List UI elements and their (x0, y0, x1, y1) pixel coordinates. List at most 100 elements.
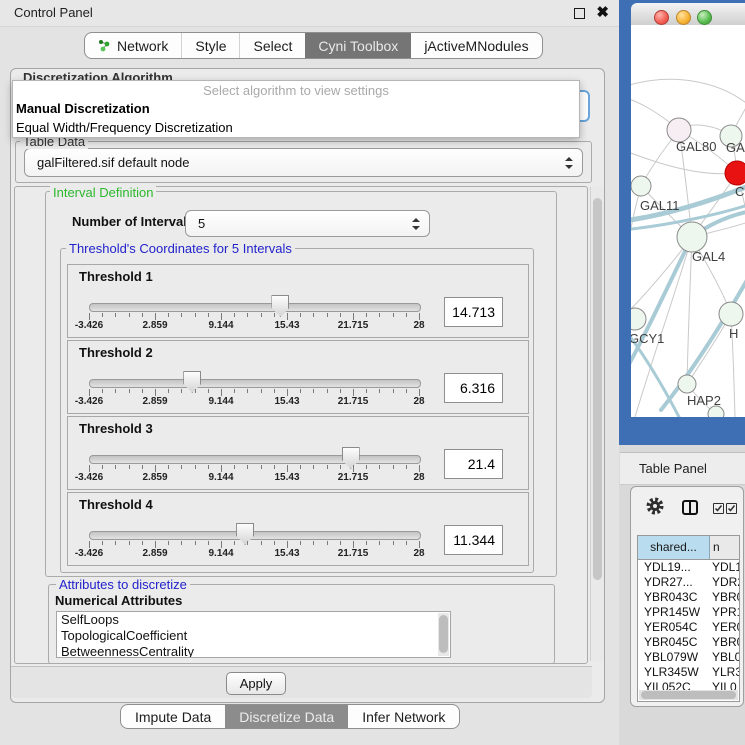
tab-label: Select (253, 38, 292, 54)
cell-name[interactable]: YDR2 (709, 575, 739, 590)
network-node-gal11[interactable] (631, 176, 651, 196)
close-traffic-light-icon[interactable] (654, 10, 669, 25)
threshold-label: Threshold 1 (79, 269, 153, 284)
minimize-traffic-light-icon[interactable] (676, 10, 691, 25)
number-of-intervals-combobox[interactable]: 5 (185, 210, 430, 237)
cell-shared-name[interactable]: YBR045C (638, 635, 709, 650)
network-node-h[interactable] (719, 302, 743, 326)
list-scrollbar[interactable] (438, 613, 449, 656)
close-icon[interactable]: ✖ (596, 5, 609, 21)
cell-name[interactable]: YBL0 (709, 650, 739, 665)
cell-name[interactable]: YBR0 (709, 635, 739, 650)
tab-style[interactable]: Style (181, 33, 239, 58)
slider-track[interactable] (89, 531, 421, 540)
cell-shared-name[interactable]: YBR043C (638, 590, 709, 605)
table-row[interactable]: YDR27...YDR2 (638, 575, 739, 590)
float-window-icon[interactable] (574, 8, 585, 19)
checked-checkbox-icon[interactable] (726, 503, 737, 514)
cell-shared-name[interactable]: YDL19... (638, 560, 709, 575)
cell-shared-name[interactable]: YLR345W (638, 665, 709, 680)
cell-shared-name[interactable]: YBL079W (638, 650, 709, 665)
table-row[interactable]: YER054CYER0 (638, 620, 739, 635)
cell-name[interactable]: YDL1 (709, 560, 739, 575)
slider-scale-labels: -3.4262.8599.14415.4321.71528 (89, 396, 419, 408)
network-node-hap2[interactable] (678, 375, 696, 393)
numerical-attributes-list[interactable]: SelfLoopsTopologicalCoefficientBetweenne… (56, 611, 451, 658)
table-row[interactable]: YLR345WYLR3 (638, 665, 739, 680)
apply-button[interactable]: Apply (226, 672, 286, 695)
table-row[interactable]: YBL079WYBL0 (638, 650, 739, 665)
dropdown-option-equal-width-frequency-discretization[interactable]: Equal Width/Frequency Discretization (13, 118, 579, 137)
column-header-shared-name[interactable]: shared... (638, 536, 710, 559)
tab-cyni-toolbox[interactable]: Cyni Toolbox (305, 33, 411, 58)
gear-icon[interactable] (645, 496, 665, 516)
tab-network[interactable]: Network (85, 33, 181, 58)
spinner-icon[interactable] (411, 218, 419, 230)
threshold-value-field[interactable]: 21.4 (444, 449, 503, 479)
network-node-gal4[interactable] (677, 222, 707, 252)
node-label: GAL4 (692, 249, 725, 264)
network-canvas[interactable]: GAL80GACGAL11GAL4GCY1HHAP2 (631, 25, 745, 417)
attribute-item-betweennesscentrality[interactable]: BetweennessCentrality (57, 644, 450, 658)
slider-track[interactable] (89, 303, 421, 312)
slider-track[interactable] (89, 455, 421, 464)
cell-shared-name[interactable]: YER054C (638, 620, 709, 635)
threshold-value-field[interactable]: 11.344 (444, 525, 503, 555)
interval-definition-title: Interval Definition (50, 185, 156, 200)
cell-name[interactable]: YBR0 (709, 590, 739, 605)
algorithm-dropdown-popup: Select algorithm to view settings Manual… (12, 80, 580, 138)
network-window-titlebar[interactable] (631, 3, 745, 26)
columns-icon[interactable] (682, 500, 698, 515)
network-node-c[interactable] (725, 161, 745, 185)
table-panel: shared... n YDL19...YDL1YDR27...YDR2YBR0… (630, 486, 744, 707)
numerical-attributes-label: Numerical Attributes (55, 593, 182, 608)
cell-name[interactable]: YLR3 (709, 665, 739, 680)
table-rows: YDL19...YDL1YDR27...YDR2YBR043CYBR0YPR14… (638, 560, 739, 695)
column-header-name[interactable]: n (710, 536, 739, 559)
dropdown-option-manual-discretization[interactable]: Manual Discretization (13, 99, 579, 118)
table-row[interactable]: YPR145WYPR1 (638, 605, 739, 620)
attribute-item-selfloops[interactable]: SelfLoops (57, 612, 450, 628)
node-label: C (735, 184, 744, 199)
tab-jactivemnodules[interactable]: jActiveMNodules (411, 33, 541, 58)
network-node-gcy1[interactable] (631, 308, 646, 330)
cell-shared-name[interactable]: YDR27... (638, 575, 709, 590)
threshold-panel-1: Threshold 1-3.4262.8599.14415.4321.71528… (67, 264, 529, 338)
attribute-items: SelfLoopsTopologicalCoefficientBetweenne… (57, 612, 450, 658)
node-label: GCY1 (631, 331, 664, 346)
tab-select[interactable]: Select (239, 33, 305, 58)
zoom-traffic-light-icon[interactable] (697, 10, 712, 25)
attributes-box: Numerical Attributes SelfLoopsTopologica… (48, 584, 555, 664)
table-toolbar (631, 487, 743, 533)
slider-track[interactable] (89, 379, 421, 388)
table-row[interactable]: YDL19...YDL1 (638, 560, 739, 575)
threshold-value-field[interactable]: 14.713 (444, 297, 503, 327)
bottom-tab-discretize-data[interactable]: Discretize Data (225, 705, 348, 728)
cell-name[interactable]: YER0 (709, 620, 739, 635)
table-row[interactable]: YBR043CYBR0 (638, 590, 739, 605)
spinner-icon[interactable] (564, 157, 572, 169)
node-label: HAP2 (687, 393, 721, 408)
node-label: H (729, 326, 738, 341)
apply-bar: Apply (11, 666, 592, 698)
table-hscrollbar[interactable] (639, 690, 738, 700)
cell-name[interactable]: YPR1 (709, 605, 739, 620)
table-hscrollbar-thumb[interactable] (641, 691, 736, 699)
dropdown-options: Manual DiscretizationEqual Width/Frequen… (13, 99, 579, 137)
node-label: GAL80 (676, 139, 716, 154)
panel-title: Control Panel (14, 0, 93, 26)
network-graph: GAL80GACGAL11GAL4GCY1HHAP2 (631, 25, 745, 417)
cell-shared-name[interactable]: YPR145W (638, 605, 709, 620)
checked-checkbox-icon[interactable] (713, 503, 724, 514)
threshold-value-field[interactable]: 6.316 (444, 373, 503, 403)
slider-scale-labels: -3.4262.8599.14415.4321.71528 (89, 472, 419, 484)
bottom-tab-infer-network[interactable]: Infer Network (348, 705, 459, 728)
tab-label: jActiveMNodules (424, 38, 528, 54)
table-data-combobox[interactable]: galFiltered.sif default node (24, 148, 583, 177)
bottom-tab-impute-data[interactable]: Impute Data (121, 705, 225, 728)
content-scrollbar[interactable] (590, 187, 604, 661)
list-scrollbar-thumb[interactable] (439, 615, 448, 653)
attribute-item-topologicalcoefficient[interactable]: TopologicalCoefficient (57, 628, 450, 644)
table-row[interactable]: YBR045CYBR0 (638, 635, 739, 650)
content-scrollbar-thumb[interactable] (593, 198, 602, 580)
